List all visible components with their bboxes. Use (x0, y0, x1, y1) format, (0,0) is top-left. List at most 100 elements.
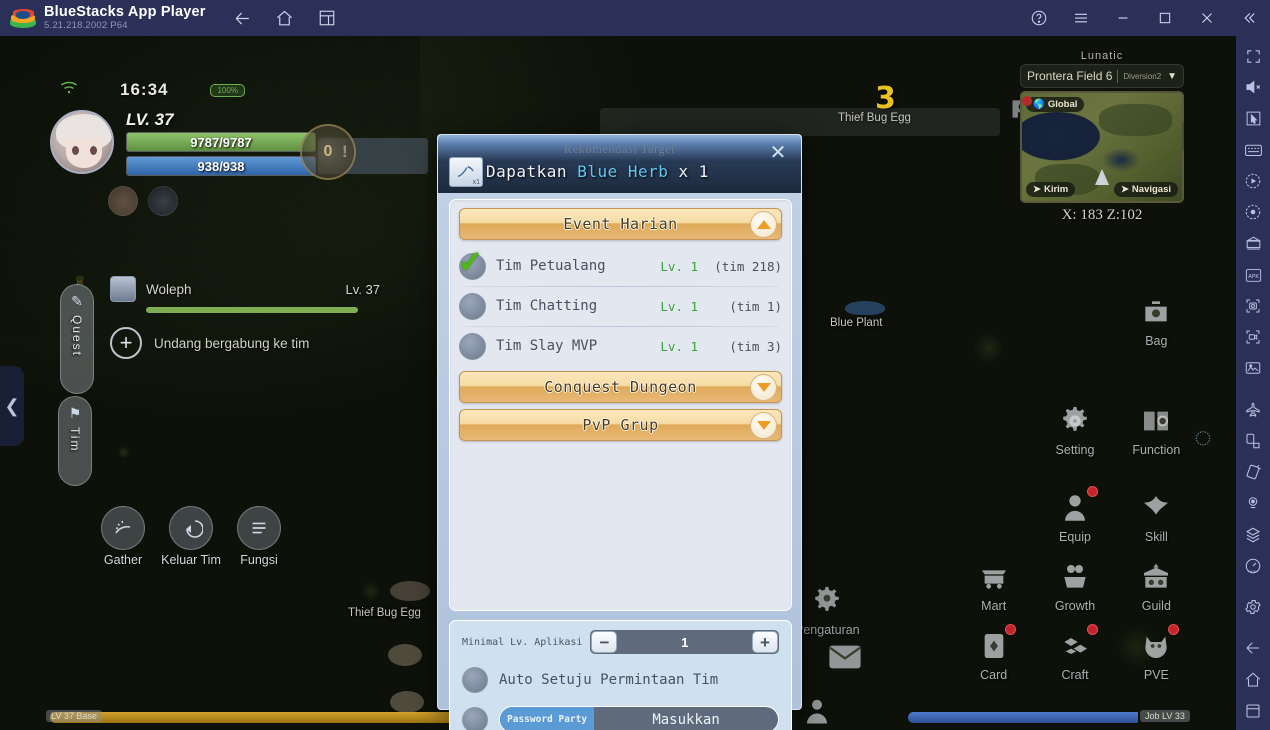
recents-icon[interactable] (1240, 699, 1266, 723)
password-input[interactable]: Password Party Masukkan (499, 706, 779, 730)
macro-play-icon[interactable] (1240, 169, 1266, 193)
mail-button[interactable] (828, 644, 862, 675)
function-list-button[interactable]: Fungsi (236, 506, 282, 567)
minimap-send-button[interactable]: ➤ Kirim (1026, 182, 1076, 197)
card-button[interactable]: Card (960, 624, 1027, 682)
home-icon[interactable] (274, 7, 296, 29)
minimap-global-button[interactable]: 🌎 Global (1026, 97, 1085, 112)
game-viewport[interactable]: 3 Thief Bug Egg Blue Plant Thief Bug Egg… (0, 36, 1236, 730)
flag-icon: ⚑ (68, 405, 82, 421)
maximize-icon[interactable] (1154, 7, 1176, 29)
auto-approve-label: Auto Setuju Permintaan Tim (499, 672, 719, 688)
team-row-label: Tim Petualang (496, 258, 606, 274)
guild-label: Guild (1141, 599, 1171, 613)
minimap[interactable]: 🌎 Global ➤ Kirim ➤ Navigasi (1020, 91, 1184, 203)
help-icon[interactable] (1028, 7, 1050, 29)
team-row-count: (tim 218) (714, 258, 782, 274)
close-icon[interactable] (1196, 7, 1218, 29)
cursor-icon[interactable] (1240, 106, 1266, 130)
auto-approve-row[interactable]: Auto Setuju Permintaan Tim (462, 667, 779, 693)
rotate-icon[interactable] (1240, 429, 1266, 453)
sidebar-tab-tim[interactable]: ⚑ Tim (58, 396, 92, 486)
back-icon[interactable] (1240, 636, 1266, 660)
category-conquest-dungeon[interactable]: Conquest Dungeon (459, 371, 782, 403)
monster-sprite-egg-1[interactable] (390, 581, 430, 601)
minimize-icon[interactable] (1112, 7, 1134, 29)
setting-button[interactable]: Setting (1041, 400, 1108, 457)
action-button-row: Gather Keluar Tim Fungsi (100, 506, 282, 567)
growth-button[interactable]: Growth (1041, 556, 1108, 613)
record-screen-icon[interactable] (1240, 325, 1266, 349)
layers-icon[interactable] (1240, 523, 1266, 547)
install-apk-icon[interactable]: APK (1240, 263, 1266, 287)
shake-icon[interactable] (1240, 460, 1266, 484)
function-label: Function (1132, 443, 1181, 457)
password-checkbox[interactable] (462, 706, 488, 730)
collapse-panel-arrow-icon[interactable]: ❮ (0, 366, 24, 446)
keymapping-icon[interactable] (1240, 138, 1266, 162)
party-panel: Woleph Lv. 37 + Undang bergabung ke tim (110, 276, 380, 359)
screenshot-icon[interactable] (1240, 294, 1266, 318)
performance-icon[interactable] (1240, 554, 1266, 578)
chevron-up-icon[interactable] (750, 211, 777, 238)
monster-sprite-egg-2[interactable] (388, 644, 422, 666)
category-pvp-grup[interactable]: PvP Grup (459, 409, 782, 441)
team-row[interactable]: ✓ Tim Petualang Lv. 1 (tim 218) (458, 246, 782, 286)
guild-button[interactable]: Guild (1123, 556, 1190, 613)
pve-button[interactable]: PVE (1123, 624, 1190, 682)
bluestacks-logo-icon (10, 7, 36, 29)
status-icon[interactable] (148, 186, 178, 216)
avatar[interactable] (50, 110, 114, 174)
mart-button[interactable]: Mart (960, 556, 1027, 613)
sidebar-tab-quest[interactable]: ✎ Quest (60, 284, 94, 394)
battery-indicator: 100% (210, 83, 245, 97)
item-icon: x1 (449, 157, 483, 187)
password-row[interactable]: Password Party Masukkan (462, 706, 779, 730)
media-manager-icon[interactable] (1240, 356, 1266, 380)
pengaturan-label: Pengaturan (795, 623, 860, 637)
craft-button[interactable]: Craft (1041, 624, 1108, 682)
close-icon[interactable]: ✕ (761, 137, 795, 167)
settings-icon[interactable] (1240, 595, 1266, 619)
equip-button[interactable]: Equip (1041, 486, 1108, 544)
multi-instance-icon[interactable] (316, 7, 338, 29)
rekomendasi-target-dialog[interactable]: Rekomendasi Target ✕ x1 Dapatkan Blue He… (437, 134, 802, 730)
collapse-sidebar-icon[interactable] (1238, 7, 1260, 29)
back-icon[interactable] (232, 7, 254, 29)
category-event-harian[interactable]: Event Harian (459, 208, 782, 240)
gather-button[interactable]: Gather (100, 506, 146, 567)
minimap-place-selector[interactable]: Prontera Field 6 Diversion2 ▼ (1020, 64, 1184, 88)
min-level-stepper[interactable]: − 1 + (590, 630, 779, 654)
menu-icon[interactable] (1070, 7, 1092, 29)
auto-approve-checkbox[interactable] (462, 667, 488, 693)
chevron-down-icon[interactable] (750, 412, 777, 439)
function-button[interactable]: Function (1123, 400, 1190, 457)
macro-record-icon[interactable] (1240, 200, 1266, 224)
team-row-radio[interactable] (459, 292, 486, 320)
team-row-radio[interactable]: ✓ (458, 247, 486, 280)
minimap-navigate-button[interactable]: ➤ Navigasi (1113, 182, 1178, 197)
buff-icon[interactable] (108, 186, 138, 216)
minimap-diversion-label: Diversion2 (1123, 71, 1162, 81)
fullscreen-icon[interactable] (1240, 44, 1266, 68)
invite-plus-icon[interactable]: + (110, 327, 142, 359)
home-icon[interactable] (1240, 667, 1266, 691)
skill-button[interactable]: Skill (1123, 487, 1190, 544)
guild-emblem[interactable]: 0 (300, 124, 356, 180)
chevron-down-icon[interactable] (750, 374, 777, 401)
minimap-panel: Lunatic Prontera Field 6 Diversion2 ▼ 🌎 … (1020, 50, 1184, 224)
team-row[interactable]: Tim Slay MVP Lv. 1 (tim 3) (459, 326, 782, 366)
team-row-radio[interactable] (459, 332, 486, 360)
blue-plant-sprite[interactable] (845, 301, 885, 315)
bag-button[interactable]: Bag (1123, 291, 1190, 348)
location-icon[interactable] (1240, 491, 1266, 515)
team-row[interactable]: Tim Chatting Lv. 1 (tim 1) (459, 286, 782, 326)
airplane-mode-icon[interactable] (1240, 398, 1266, 422)
mute-icon[interactable] (1240, 75, 1266, 99)
leave-party-button[interactable]: Keluar Tim (161, 506, 221, 567)
pengaturan-button[interactable]: Pengaturan (795, 584, 860, 637)
invite-row[interactable]: + Undang bergabung ke tim (110, 327, 380, 359)
multi-instance-manager-icon[interactable] (1240, 231, 1266, 255)
quest-icon: ✎ (71, 293, 83, 309)
craft-badge (1086, 624, 1098, 635)
